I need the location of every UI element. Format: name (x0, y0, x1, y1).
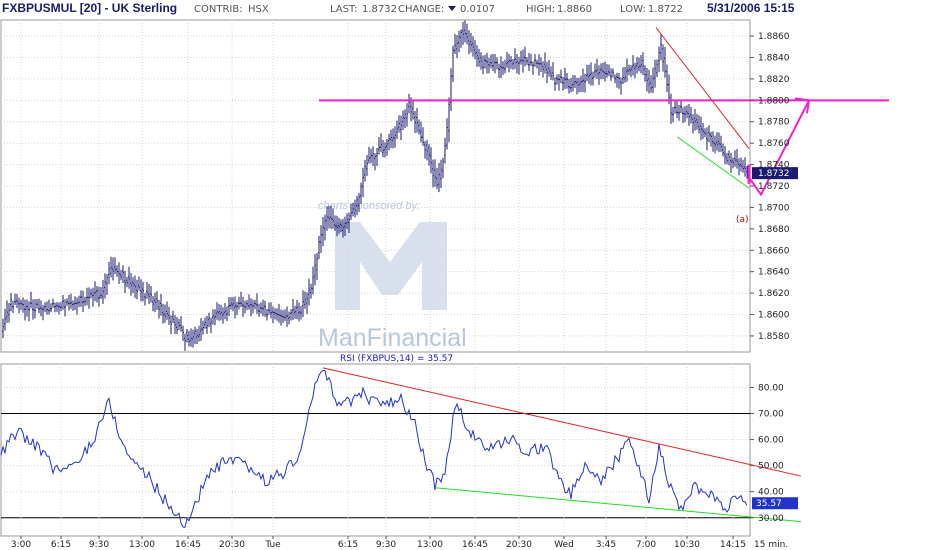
high-label: HIGH: (526, 4, 555, 15)
price-tick-label: 1.8600 (758, 311, 790, 321)
rsi-last-label: 35.57 (756, 499, 782, 509)
x-tick-label: 13:00 (129, 540, 155, 550)
price-tick-label: 1.8780 (758, 118, 790, 128)
x-tick-label: 6:15 (51, 540, 71, 550)
rsi-tick-label: 50.00 (758, 462, 784, 472)
header-bar: FXBPUSMUL [20] - UK Sterling CONTRIB: HS… (2, 1, 795, 15)
price-tick-label: 1.8820 (758, 75, 790, 85)
x-tick-label: 20:30 (219, 540, 245, 550)
x-tick-label: 16:45 (462, 540, 488, 550)
x-tick-label: 16:45 (175, 540, 201, 550)
x-tick-label: Wed (554, 540, 574, 550)
x-tick-label: 3:45 (596, 540, 616, 550)
x-tick-label: Tue (264, 540, 281, 550)
rsi-title: RSI (FXBPUS,14) = 35.57 (340, 354, 453, 364)
low-value: 1.8722 (648, 4, 683, 15)
price-tick-label: 1.8640 (758, 268, 790, 278)
down-arrow-icon (448, 6, 456, 11)
x-tick-label: 13:00 (417, 540, 443, 550)
x-tick-label: 6:15 (338, 540, 358, 550)
x-tick-label: 3:00 (11, 540, 31, 550)
last-value: 1.8732 (362, 4, 397, 15)
change-value: 0.0107 (460, 4, 495, 15)
x-tick-label: 14:15 (720, 540, 746, 550)
symbol-title: FXBPUSMUL [20] - UK Sterling (2, 1, 177, 15)
x-tick-label: 10:30 (674, 540, 700, 550)
price-tick-label: 1.8620 (758, 289, 790, 299)
header-datetime: 5/31/2006 15:15 (707, 1, 795, 15)
chart-canvas: FXBPUSMUL [20] - UK Sterling CONTRIB: HS… (0, 1, 889, 550)
annotation-a: (a) (736, 215, 749, 225)
x-tick-label: 9:30 (376, 540, 396, 550)
x-tick-label: 7:00 (636, 540, 656, 550)
contrib-label: CONTRIB: (194, 4, 243, 15)
x-tick-label: 20:30 (506, 540, 532, 550)
price-tick-label: 1.8760 (758, 139, 790, 149)
rsi-tick-label: 80.00 (758, 383, 784, 393)
last-label: LAST: (330, 4, 357, 15)
price-y-axis: 1.8580 1.8600 1.8620 1.8640 1.8660 1.8680 1.87… (750, 32, 798, 342)
rsi-tick-label: 40.00 (758, 488, 784, 498)
rsi-tick-label: 30.00 (758, 514, 784, 524)
rsi-tick-label: 60.00 (758, 436, 784, 446)
price-tick-label: 1.8720 (758, 182, 790, 192)
change-label: CHANGE: (398, 4, 444, 15)
rsi-y-axis: 30.00 40.00 50.00 60.00 70.00 80.00 35.57 (750, 383, 798, 524)
rsi-panel (0, 363, 751, 537)
brand-text: ManFinancial (318, 324, 467, 352)
rsi-tick-label: 70.00 (758, 410, 784, 420)
price-tick-label: 1.8680 (758, 225, 790, 235)
contrib-value: HSX (248, 4, 269, 15)
price-tick-label: 1.8660 (758, 246, 790, 256)
x-interval-label: 15 min. (754, 540, 788, 550)
price-tick-label: 1.8840 (758, 53, 790, 63)
x-axis: 3:00 6:15 9:30 13:00 16:45 20:30 Tue 6:15 9:30 13… (11, 536, 788, 550)
price-tick-label: 1.8580 (758, 332, 790, 342)
low-label: LOW: (620, 4, 646, 15)
high-value: 1.8860 (557, 4, 592, 15)
price-tick-label: 1.8700 (758, 203, 790, 213)
price-tick-label: 1.8860 (758, 32, 790, 42)
price-tick-label: 1.8800 (758, 96, 790, 106)
last-price-label: 1.8732 (758, 169, 790, 179)
x-tick-label: 9:30 (89, 540, 109, 550)
